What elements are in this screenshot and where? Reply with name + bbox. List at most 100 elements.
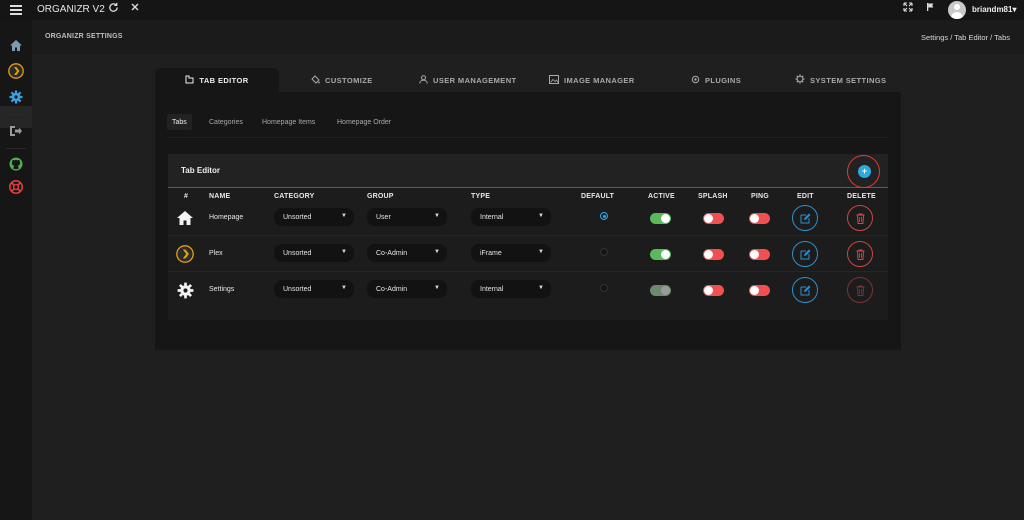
splash-toggle[interactable]: [703, 285, 724, 296]
category-select[interactable]: Unsorted ▼: [274, 244, 354, 262]
type-select[interactable]: Internal ▼: [471, 208, 551, 226]
sidebar-item-plex[interactable]: [8, 63, 24, 79]
edit-button[interactable]: [792, 205, 818, 231]
edit-button[interactable]: [792, 241, 818, 267]
table-row[interactable]: Settings Unsorted ▼ Co-Admin ▼ Internal ▼: [168, 272, 888, 308]
select-value: Co-Admin: [376, 285, 408, 293]
main-tabs: TAB EDITOR CUSTOMIZE USER MANAGEMENT IMA…: [155, 68, 901, 92]
select-value: Internal: [480, 213, 504, 221]
default-radio[interactable]: [600, 284, 608, 292]
sidebar-item-settings[interactable]: [8, 89, 24, 105]
subtab-homepage-items[interactable]: Homepage Items: [257, 114, 320, 130]
chevron-down-icon: ▼: [341, 285, 347, 291]
delete-button[interactable]: [847, 241, 873, 267]
tab-tab-editor[interactable]: TAB EDITOR: [155, 68, 279, 92]
edit-button[interactable]: [792, 277, 818, 303]
tab-system-settings[interactable]: SYSTEM SETTINGS: [795, 68, 886, 92]
tab-image-manager[interactable]: IMAGE MANAGER: [549, 68, 635, 92]
sidebar-item-logout[interactable]: [8, 123, 24, 139]
tab-label: TAB EDITOR: [199, 75, 249, 85]
default-radio[interactable]: [600, 212, 608, 220]
tab-name: Homepage: [209, 214, 244, 221]
tab-customize[interactable]: CUSTOMIZE: [311, 68, 373, 92]
col-header-type: TYPE: [471, 193, 491, 200]
default-radio[interactable]: [600, 248, 608, 256]
col-header-ping: PING: [751, 193, 769, 200]
col-header-edit: EDIT: [797, 193, 814, 200]
sidebar-divider: [6, 148, 26, 149]
select-value: Co-Admin: [376, 249, 408, 257]
subtab-homepage-order[interactable]: Homepage Order: [332, 114, 396, 130]
chevron-down-icon: ▼: [434, 285, 440, 291]
sidebar-item-homepage[interactable]: [8, 37, 24, 53]
home-icon: [176, 210, 194, 226]
table-row[interactable]: Homepage Unsorted ▼ User ▼ Internal ▼: [168, 200, 888, 236]
gear-icon: [176, 282, 194, 298]
tab-plugins[interactable]: PLUGINS: [691, 68, 741, 92]
card-title: Tab Editor: [181, 166, 220, 175]
logout-icon: [10, 126, 22, 136]
col-header-number: #: [184, 193, 189, 200]
type-select[interactable]: iFrame ▼: [471, 244, 551, 262]
sidebar-item-github[interactable]: [8, 156, 24, 172]
delete-button[interactable]: [847, 277, 873, 303]
ping-toggle[interactable]: [749, 285, 770, 296]
select-value: Unsorted: [283, 285, 312, 293]
group-select[interactable]: Co-Admin ▼: [367, 280, 447, 298]
user-menu[interactable]: briandm81▾: [972, 5, 1016, 14]
active-toggle[interactable]: [650, 285, 671, 296]
chevron-down-icon: ▼: [434, 213, 440, 219]
splash-toggle[interactable]: [703, 249, 724, 260]
lifebuoy-icon: [9, 180, 23, 194]
trash-icon: [856, 213, 864, 224]
table-row[interactable]: Plex Unsorted ▼ Co-Admin ▼ iFrame ▼: [168, 236, 888, 272]
chevron-down-icon: ▼: [538, 285, 544, 291]
tab-name: Settings: [209, 286, 235, 293]
refresh-icon[interactable]: [108, 2, 119, 16]
ping-toggle[interactable]: [749, 213, 770, 224]
divider: [167, 137, 889, 138]
tab-label: CUSTOMIZE: [325, 75, 373, 85]
tab-label: PLUGINS: [705, 75, 742, 85]
subtab-tabs[interactable]: Tabs: [167, 114, 192, 130]
trash-icon: [856, 285, 864, 296]
plugin-icon: [691, 75, 700, 86]
app-title: ORGANIZR V2: [37, 4, 105, 15]
edit-icon: [800, 213, 810, 223]
tab-user-management[interactable]: USER MANAGEMENT: [419, 68, 517, 92]
fullscreen-icon[interactable]: [903, 2, 913, 15]
tab-editor-panel: Tabs Categories Homepage Items Homepage …: [155, 92, 901, 350]
flag-icon[interactable]: [926, 2, 936, 15]
sidebar-item-support[interactable]: [8, 179, 24, 195]
splash-toggle[interactable]: [703, 213, 724, 224]
add-tab-button[interactable]: +: [858, 165, 871, 178]
subtab-categories[interactable]: Categories: [204, 114, 248, 130]
col-header-name: NAME: [209, 193, 231, 200]
avatar[interactable]: [948, 1, 966, 19]
delete-button[interactable]: [847, 205, 873, 231]
col-header-delete: DELETE: [847, 193, 876, 200]
select-value: Internal: [480, 285, 504, 293]
type-select[interactable]: Internal ▼: [471, 280, 551, 298]
group-select[interactable]: Co-Admin ▼: [367, 244, 447, 262]
user-icon: [419, 74, 428, 86]
close-icon[interactable]: [130, 2, 140, 15]
group-select[interactable]: User ▼: [367, 208, 447, 226]
select-value: Unsorted: [283, 213, 312, 221]
chevron-down-icon: ▼: [538, 249, 544, 255]
active-toggle[interactable]: [650, 249, 671, 260]
page-header: ORGANIZR SETTINGS Settings / Tab Editor …: [32, 20, 1024, 54]
tab-icon: [185, 75, 194, 86]
category-select[interactable]: Unsorted ▼: [274, 208, 354, 226]
edit-icon: [800, 249, 810, 259]
menu-icon[interactable]: [10, 5, 22, 17]
col-header-group: GROUP: [367, 193, 394, 200]
image-icon: [549, 74, 559, 86]
category-select[interactable]: Unsorted ▼: [274, 280, 354, 298]
ping-toggle[interactable]: [749, 249, 770, 260]
active-toggle[interactable]: [650, 213, 671, 224]
col-header-default: DEFAULT: [581, 193, 615, 200]
chevron-down-icon: ▼: [341, 249, 347, 255]
col-header-splash: SPLASH: [698, 193, 728, 200]
edit-icon: [800, 285, 810, 295]
